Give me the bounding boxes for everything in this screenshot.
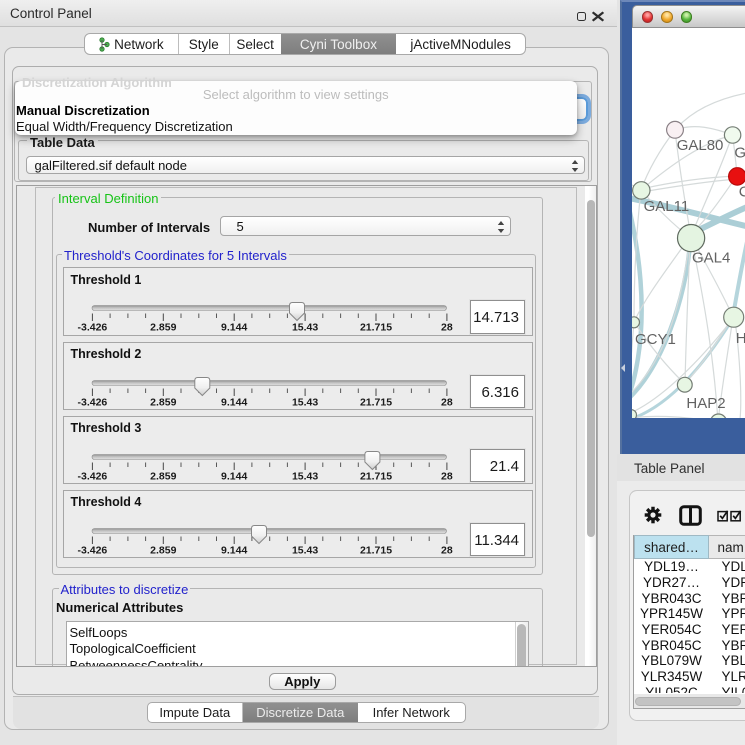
svg-text:9.144: 9.144 (221, 470, 247, 482)
svg-text:28: 28 (441, 544, 453, 556)
svg-text:15.43: 15.43 (291, 396, 317, 408)
svg-text:GAL4: GAL4 (692, 250, 730, 267)
svg-text:9.144: 9.144 (221, 396, 247, 408)
svg-text:2.859: 2.859 (150, 396, 176, 408)
svg-text:HAP2: HAP2 (686, 395, 725, 412)
svg-text:2.859: 2.859 (150, 544, 176, 556)
svg-text:-3.426: -3.426 (77, 470, 107, 482)
svg-text:15.43: 15.43 (291, 322, 317, 334)
svg-text:21.715: 21.715 (359, 322, 391, 334)
svg-text:28: 28 (441, 322, 453, 334)
svg-text:9.144: 9.144 (221, 544, 247, 556)
svg-text:C: C (739, 184, 745, 201)
svg-text:15.43: 15.43 (291, 470, 317, 482)
svg-text:28: 28 (441, 396, 453, 408)
svg-text:GCY1: GCY1 (635, 331, 676, 348)
svg-text:9.144: 9.144 (221, 322, 247, 334)
svg-text:H: H (736, 330, 745, 347)
svg-text:21.715: 21.715 (359, 544, 391, 556)
svg-text:-3.426: -3.426 (77, 396, 107, 408)
svg-text:28: 28 (441, 470, 453, 482)
svg-text:2.859: 2.859 (150, 470, 176, 482)
svg-text:GAL80: GAL80 (677, 137, 724, 154)
svg-text:GA: GA (734, 145, 745, 162)
svg-text:GAL11: GAL11 (644, 198, 690, 215)
svg-text:-3.426: -3.426 (77, 322, 107, 334)
svg-text:21.715: 21.715 (359, 396, 391, 408)
svg-text:21.715: 21.715 (359, 470, 391, 482)
svg-text:2.859: 2.859 (150, 322, 176, 334)
svg-text:-3.426: -3.426 (77, 544, 107, 556)
svg-text:15.43: 15.43 (291, 544, 317, 556)
